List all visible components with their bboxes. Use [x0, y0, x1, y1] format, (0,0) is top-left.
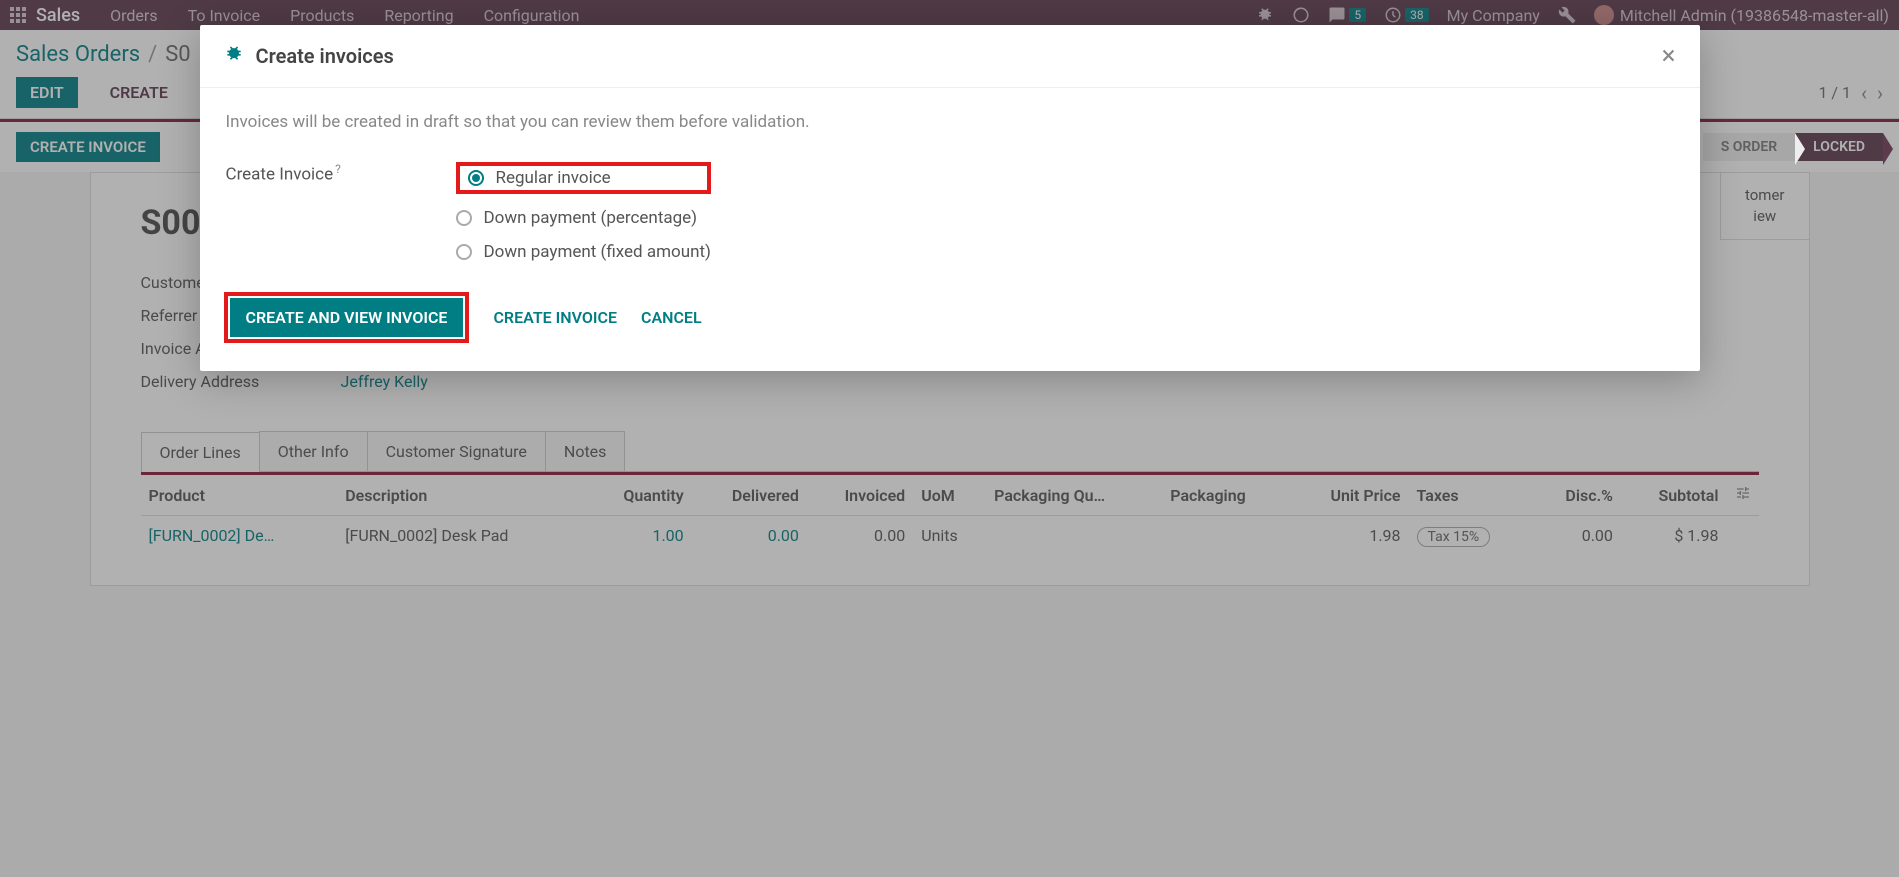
radio-down-payment-fixed[interactable]: Down payment (fixed amount) — [456, 242, 711, 262]
highlight-regular-invoice: Regular invoice — [456, 162, 711, 194]
radio-circle-icon — [468, 170, 484, 186]
radio-down-payment-percentage[interactable]: Down payment (percentage) — [456, 208, 711, 228]
create-invoices-modal: Create invoices × Invoices will be creat… — [200, 25, 1700, 371]
radio-circle-icon — [456, 210, 472, 226]
bug-icon[interactable] — [224, 44, 244, 68]
create-invoice-modal-button[interactable]: CREATE INVOICE — [493, 308, 617, 327]
highlight-create-and-view: CREATE AND VIEW INVOICE — [224, 292, 470, 343]
radio-regular-invoice[interactable]: Regular invoice — [468, 168, 611, 188]
invoice-type-radio-group: Regular invoice Down payment (percentage… — [456, 162, 711, 262]
help-icon[interactable]: ? — [335, 162, 341, 176]
modal-title: Create invoices — [256, 44, 394, 68]
create-invoice-label: Create Invoice? — [226, 162, 456, 262]
cancel-button[interactable]: CANCEL — [641, 308, 702, 327]
modal-info-text: Invoices will be created in draft so tha… — [226, 112, 1674, 132]
create-and-view-invoice-button[interactable]: CREATE AND VIEW INVOICE — [230, 298, 464, 337]
modal-overlay[interactable]: Create invoices × Invoices will be creat… — [0, 0, 1899, 877]
close-icon[interactable]: × — [1662, 41, 1676, 71]
radio-circle-icon — [456, 244, 472, 260]
